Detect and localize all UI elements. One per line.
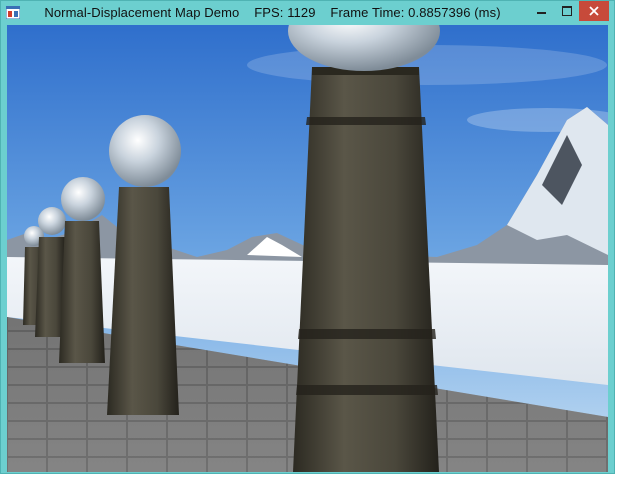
render-viewport[interactable] [7,25,608,472]
close-button[interactable] [579,1,609,21]
minimize-button[interactable] [528,1,554,21]
minimize-icon [537,12,546,14]
fps-readout: FPS: 1129 [254,5,316,20]
maximize-button[interactable] [554,1,579,21]
app-name: Normal-Displacement Map Demo [44,5,240,20]
app-window: Normal-Displacement Map Demo FPS: 1129 F… [0,0,615,474]
maximize-icon [562,6,572,16]
close-icon [589,6,599,16]
scene-render [7,25,608,472]
title-bar[interactable]: Normal-Displacement Map Demo FPS: 1129 F… [1,1,614,25]
window-title: Normal-Displacement Map Demo FPS: 1129 F… [1,5,544,20]
frame-time-readout: Frame Time: 0.8857396 (ms) [330,5,501,20]
